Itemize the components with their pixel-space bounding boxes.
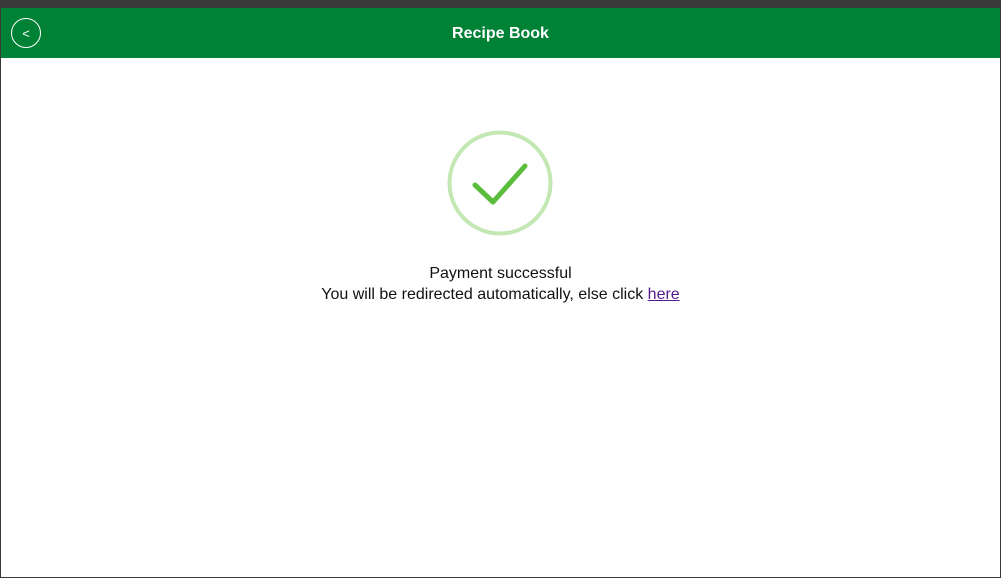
window-top-strip [0,0,1001,8]
app-header: < Recipe Book [1,8,1000,58]
payment-status-text: Payment successful [429,265,572,282]
redirect-here-link[interactable]: here [648,286,680,303]
app-frame: < Recipe Book Payment successful You wil… [0,8,1001,578]
checkmark-circle-icon [447,130,553,236]
main-content: Payment successful You will be redirecte… [1,58,1000,577]
page-title: Recipe Book [452,25,549,42]
redirect-text: You will be redirected automatically, el… [321,286,644,303]
redirect-line: You will be redirected automatically, el… [1,284,1000,305]
status-message-block: Payment successful You will be redirecte… [1,263,1000,305]
